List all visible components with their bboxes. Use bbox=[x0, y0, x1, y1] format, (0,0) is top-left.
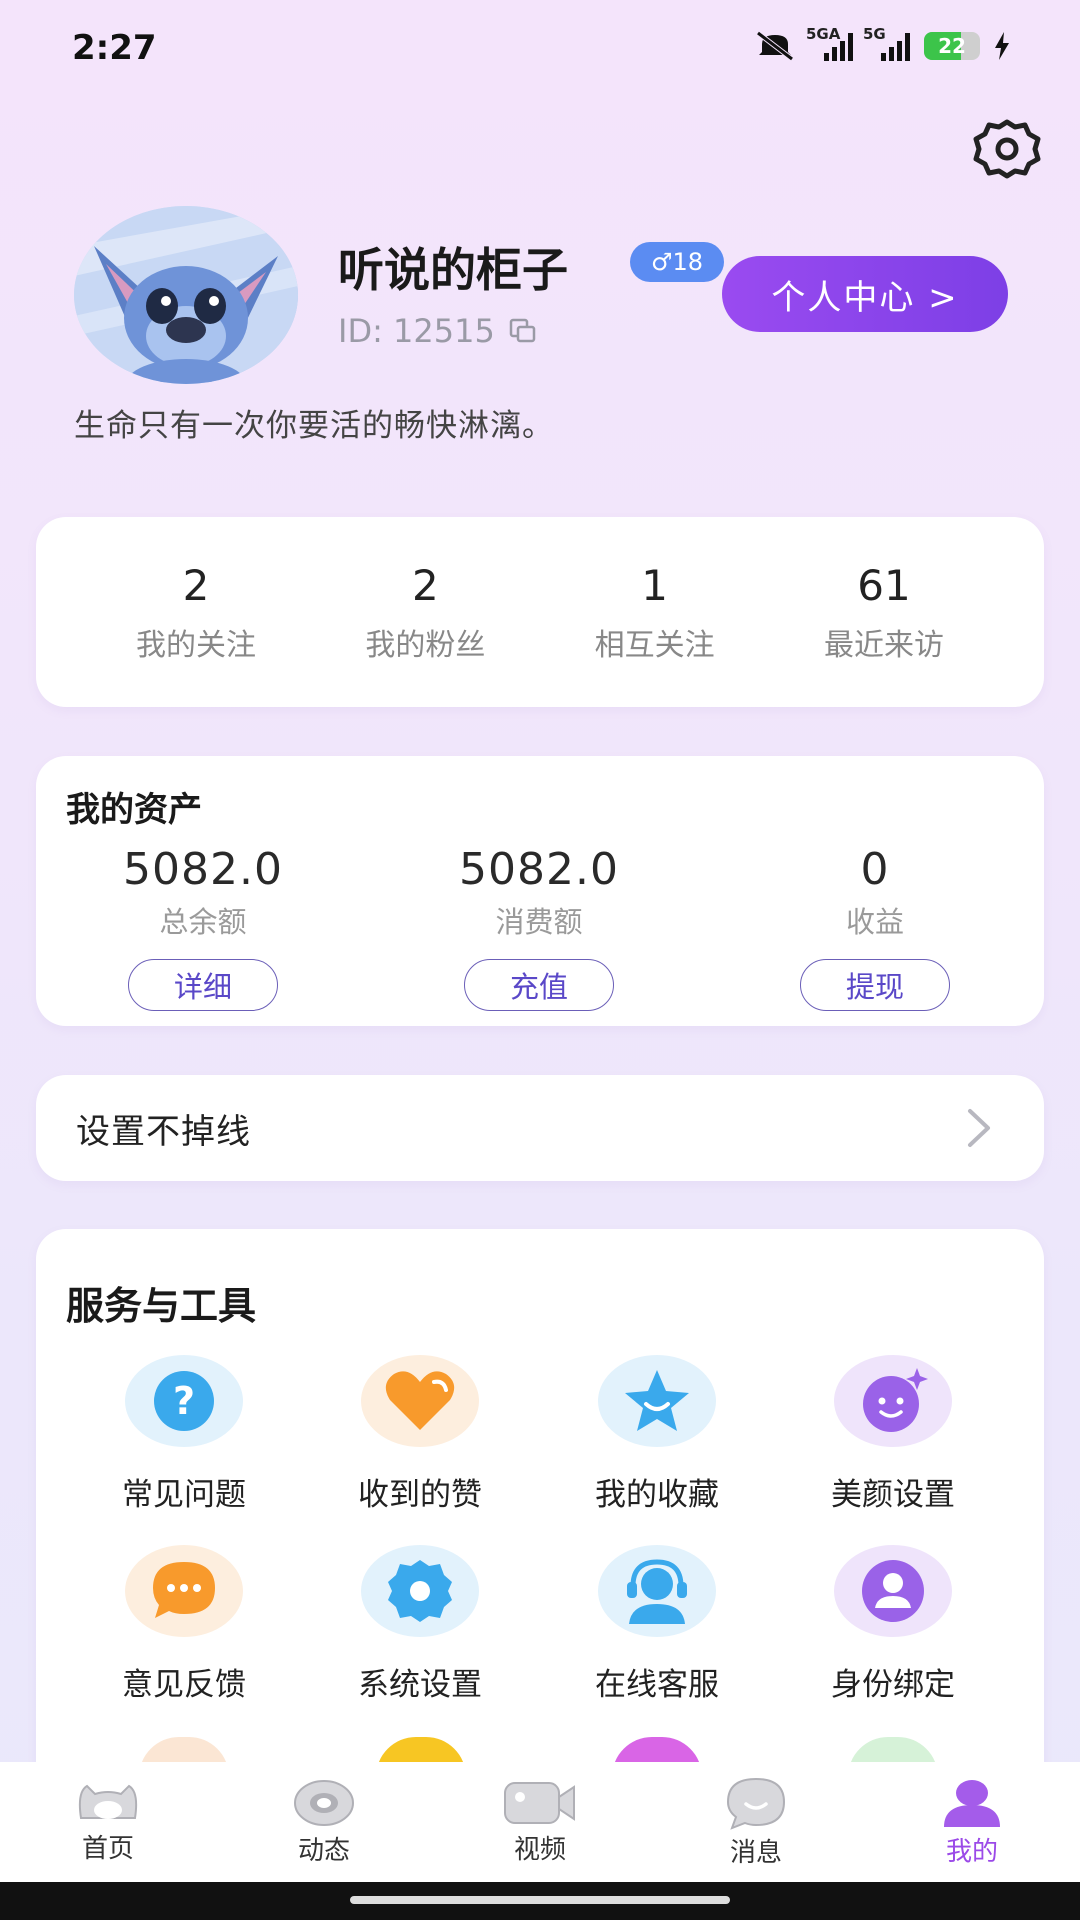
tool-label: 意见反馈 bbox=[122, 1667, 246, 1703]
stats-card: 2 我的关注 2 我的粉丝 1 相互关注 61 最近来访 bbox=[36, 517, 1044, 707]
signal-icon: 5GA bbox=[806, 25, 853, 61]
tab-label: 动态 bbox=[297, 1835, 350, 1866]
feedback-icon bbox=[125, 1545, 243, 1637]
tool-label: 系统设置 bbox=[358, 1667, 482, 1703]
stat-visitors[interactable]: 61 最近来访 bbox=[794, 561, 974, 664]
tool-feedback[interactable]: 意见反馈 bbox=[84, 1545, 284, 1704]
svg-text:?: ? bbox=[173, 1379, 195, 1423]
system-nav-bar bbox=[0, 1882, 1080, 1920]
stay-online-row[interactable]: 设置不掉线 bbox=[36, 1075, 1044, 1181]
charging-icon bbox=[995, 32, 1009, 60]
stat-following[interactable]: 2 我的关注 bbox=[106, 561, 286, 664]
tool-faq[interactable]: ? 常见问题 bbox=[84, 1355, 284, 1514]
tool-label: 我的收藏 bbox=[595, 1477, 719, 1513]
user-id-text: ID: 12515 bbox=[338, 312, 495, 350]
bottom-tab-bar: 首页 动态 视频 消息 我的 bbox=[0, 1762, 1080, 1882]
question-icon: ? bbox=[125, 1355, 243, 1447]
clock: 2:27 bbox=[72, 28, 157, 68]
home-indicator[interactable] bbox=[350, 1896, 730, 1904]
settings-button[interactable] bbox=[968, 118, 1046, 180]
asset-earnings: 0 收益 提现 bbox=[775, 844, 975, 1011]
stat-label: 最近来访 bbox=[823, 627, 944, 663]
tool-likes[interactable]: 收到的赞 bbox=[320, 1355, 520, 1514]
asset-value: 5082.0 bbox=[123, 844, 283, 895]
tool-label: 美颜设置 bbox=[831, 1477, 955, 1513]
detail-button[interactable]: 详细 bbox=[128, 959, 278, 1011]
avatar[interactable] bbox=[74, 206, 298, 384]
withdraw-button[interactable]: 提现 bbox=[800, 959, 950, 1011]
status-bar: 2:27 5GA 5G 22 bbox=[0, 0, 1080, 100]
tab-messages[interactable]: 消息 bbox=[648, 1762, 864, 1882]
beauty-icon bbox=[834, 1355, 952, 1447]
stat-label: 相互关注 bbox=[594, 627, 715, 663]
video-icon bbox=[504, 1781, 575, 1824]
tool-system-settings[interactable]: 系统设置 bbox=[320, 1545, 520, 1704]
tab-moments[interactable]: 动态 bbox=[216, 1762, 432, 1882]
stat-value: 2 bbox=[411, 560, 439, 610]
tab-video[interactable]: 视频 bbox=[432, 1762, 648, 1882]
tool-label: 收到的赞 bbox=[358, 1477, 482, 1513]
chevron-right-icon bbox=[968, 1109, 990, 1147]
asset-label: 总余额 bbox=[159, 905, 247, 939]
tools-title: 服务与工具 bbox=[66, 1284, 257, 1328]
assets-card: 我的资产 5082.0 总余额 详细 5082.0 消费额 充值 0 收益 提现 bbox=[36, 756, 1044, 1026]
tab-label: 消息 bbox=[729, 1837, 782, 1868]
tab-mine[interactable]: 我的 bbox=[864, 1762, 1080, 1882]
asset-total: 5082.0 总余额 详细 bbox=[103, 844, 303, 1011]
gender-age-badge: ♂18 bbox=[630, 242, 724, 282]
asset-label: 收益 bbox=[845, 905, 904, 939]
username: 听说的柜子 bbox=[338, 243, 568, 297]
stat-value: 1 bbox=[641, 560, 669, 610]
personal-center-button[interactable]: 个人中心 > bbox=[722, 256, 1008, 332]
stat-label: 我的粉丝 bbox=[365, 627, 486, 663]
asset-value: 5082.0 bbox=[459, 844, 619, 895]
tool-label: 常见问题 bbox=[122, 1477, 246, 1513]
tool-label: 身份绑定 bbox=[831, 1667, 955, 1703]
asset-value: 0 bbox=[860, 844, 890, 895]
tools-card: 服务与工具 ? 常见问题 收到的赞 我的收藏 美颜设置 意见反馈 系统设置 在线… bbox=[36, 1229, 1044, 1829]
stat-value: 2 bbox=[182, 560, 210, 610]
tool-favorites[interactable]: 我的收藏 bbox=[557, 1355, 757, 1514]
tab-label: 视频 bbox=[513, 1834, 566, 1865]
profile-icon bbox=[944, 1779, 1000, 1827]
assets-title: 我的资产 bbox=[66, 790, 202, 830]
copy-icon[interactable] bbox=[509, 318, 537, 344]
star-icon bbox=[598, 1355, 716, 1447]
mute-icon bbox=[756, 31, 794, 61]
user-id: ID: 12515 bbox=[338, 312, 537, 350]
gear-icon bbox=[973, 119, 1041, 179]
stat-mutual[interactable]: 1 相互关注 bbox=[565, 561, 745, 664]
stat-value: 61 bbox=[857, 560, 911, 610]
tab-label: 首页 bbox=[81, 1833, 134, 1864]
stat-fans[interactable]: 2 我的粉丝 bbox=[335, 561, 515, 664]
chat-icon bbox=[726, 1777, 786, 1830]
tool-label: 在线客服 bbox=[595, 1667, 719, 1703]
battery-icon: 22 bbox=[924, 32, 980, 60]
stay-online-label: 设置不掉线 bbox=[76, 1111, 251, 1152]
gear-icon bbox=[361, 1545, 479, 1637]
stat-label: 我的关注 bbox=[136, 627, 256, 663]
asset-spent: 5082.0 消费额 充值 bbox=[439, 844, 639, 1011]
bio: 生命只有一次你要活的畅快淋漓。 bbox=[74, 408, 554, 444]
headset-icon bbox=[598, 1545, 716, 1637]
tool-customer-service[interactable]: 在线客服 bbox=[557, 1545, 757, 1704]
tab-label: 我的 bbox=[945, 1836, 998, 1867]
home-icon bbox=[78, 1784, 138, 1819]
asset-label: 消费额 bbox=[495, 905, 583, 939]
signal-icon-2: 5G bbox=[863, 25, 910, 61]
tool-identity-binding[interactable]: 身份绑定 bbox=[793, 1545, 993, 1704]
tab-home[interactable]: 首页 bbox=[0, 1762, 216, 1882]
status-icons: 5GA 5G 22 bbox=[754, 25, 1010, 62]
recharge-button[interactable]: 充值 bbox=[464, 959, 614, 1011]
tool-beauty[interactable]: 美颜设置 bbox=[793, 1355, 993, 1514]
person-icon bbox=[834, 1545, 952, 1637]
heart-icon bbox=[361, 1355, 479, 1447]
eye-icon bbox=[294, 1779, 354, 1826]
